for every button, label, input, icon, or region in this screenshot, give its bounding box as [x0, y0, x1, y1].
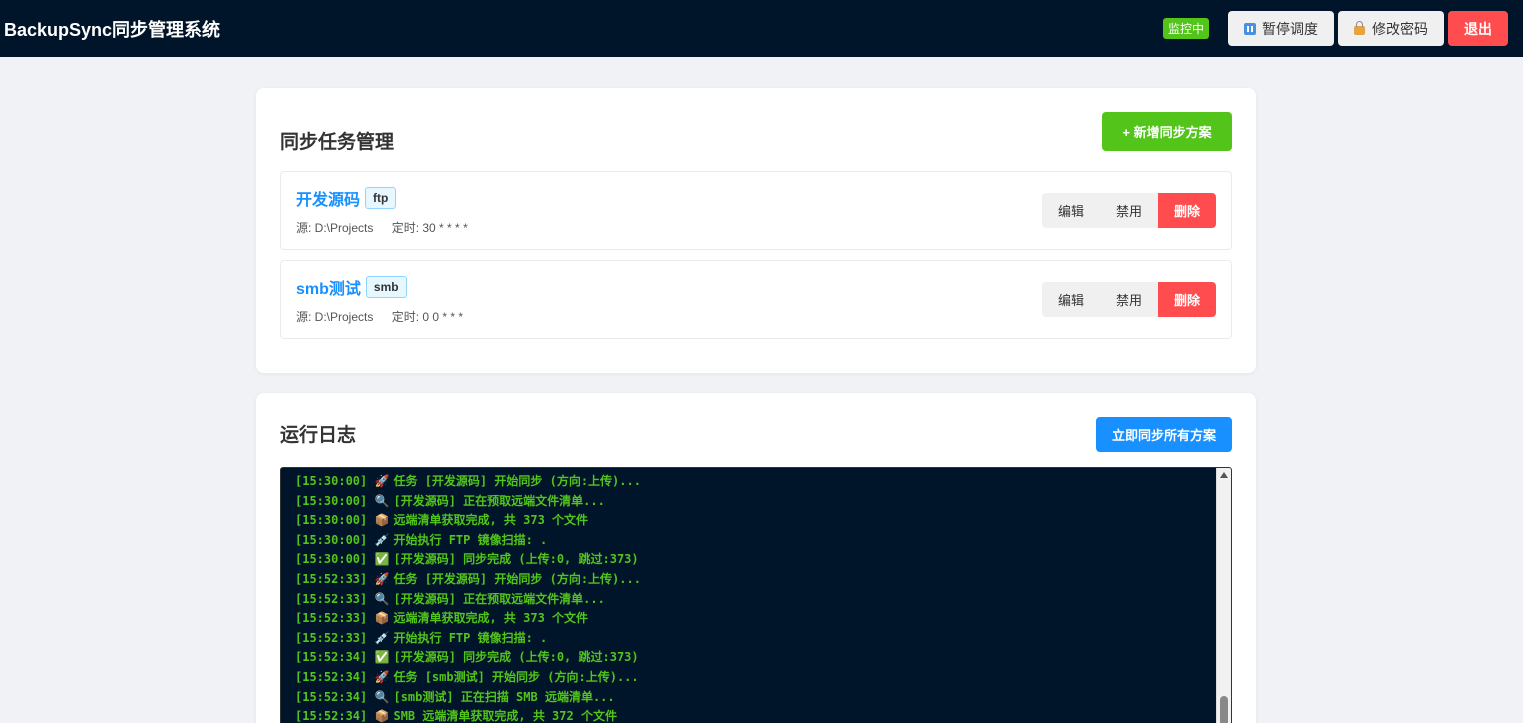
edit-button[interactable]: 编辑 [1042, 193, 1100, 228]
log-line: [15:52:34] ✅ [开发源码] 同步完成 (上传:0, 跳过:373) [295, 648, 641, 668]
log-time: [15:52:33] [295, 571, 368, 586]
package-icon: 📦 [374, 611, 390, 626]
log-time: [15:30:00] [295, 474, 368, 488]
scroll-thumb[interactable] [1220, 696, 1228, 723]
status-badge: 监控中 [1162, 18, 1209, 39]
task-meta: 源: D:\Projects 定时: 0 0 * * * [296, 308, 463, 325]
pause-schedule-button[interactable]: 暂停调度 [1228, 11, 1334, 46]
edit-button[interactable]: 编辑 [1042, 282, 1100, 317]
log-text: 远端清单获取完成, 共 373 个文件 [393, 611, 589, 626]
log-time: [15:30:00] [295, 493, 368, 508]
log-line: [15:52:33] 💉 开始执行 FTP 镜像扫描: . [295, 629, 641, 649]
log-lines: [15:30:00] 🚀 任务 [开发源码] 开始同步 (方向:上传)... [15… [295, 472, 641, 723]
task-meta: 源: D:\Projects 定时: 30 * * * * [296, 219, 468, 236]
pause-icon [1244, 22, 1256, 35]
task-schedule: 定时: 0 0 * * * [391, 309, 464, 324]
log-time: [15:52:33] [295, 591, 368, 606]
log-line: [15:52:34] 🚀 任务 [smb测试] 开始同步 (方向:上传)... [295, 668, 641, 688]
log-text: [smb测试] 正在扫描 SMB 远端清单... [393, 689, 615, 704]
log-line: [15:52:34] 📦 SMB 远端清单获取完成, 共 372 个文件 [295, 707, 641, 723]
change-password-button[interactable]: 修改密码 [1338, 11, 1444, 46]
log-text: [开发源码] 同步完成 (上传:0, 跳过:373) [393, 552, 639, 567]
log-line: [15:30:00] 💉 开始执行 FTP 镜像扫描: . [295, 531, 641, 551]
log-scrollbar[interactable] [1216, 468, 1231, 723]
delete-button[interactable]: 删除 [1158, 193, 1216, 228]
log-line: [15:52:33] 📦 远端清单获取完成, 共 373 个文件 [295, 609, 641, 629]
task-section-title: 同步任务管理 [280, 132, 395, 153]
logout-button[interactable]: 退出 [1448, 11, 1508, 46]
change-password-label: 修改密码 [1372, 20, 1428, 37]
task-name[interactable]: smb测试 [296, 275, 361, 299]
disable-button[interactable]: 禁用 [1100, 193, 1158, 228]
run-log-card: 运行日志 立即同步所有方案 [15:30:00] 🚀 任务 [开发源码] 开始同步… [256, 393, 1256, 723]
task-schedule: 定时: 30 * * * * [391, 220, 468, 235]
log-time: [15:52:34] [295, 709, 368, 723]
check-icon: ✅ [374, 552, 390, 567]
syringe-icon: 💉 [374, 532, 390, 547]
rocket-icon: 🚀 [374, 669, 390, 684]
magnifier-icon: 🔍 [374, 493, 390, 508]
log-line: [15:52:34] 🔍 [smb测试] 正在扫描 SMB 远端清单... [295, 688, 641, 708]
task-row: 开发源码 ftp 源: D:\Projects 定时: 30 * * * * 编… [280, 171, 1232, 250]
log-section-title: 运行日志 [280, 425, 357, 446]
protocol-tag: ftp [365, 186, 397, 209]
add-sync-plan-button[interactable]: + 新增同步方案 [1102, 112, 1232, 151]
task-name[interactable]: 开发源码 [296, 186, 360, 210]
log-time: [15:52:33] [295, 611, 368, 626]
log-line: [15:52:33] 🚀 任务 [开发源码] 开始同步 (方向:上传)... [295, 570, 641, 590]
sync-all-button[interactable]: 立即同步所有方案 [1096, 417, 1232, 452]
task-section-header: 同步任务管理 + 新增同步方案 [280, 112, 1232, 153]
disable-button[interactable]: 禁用 [1100, 282, 1158, 317]
task-source: 源: D:\Projects [296, 220, 374, 235]
task-actions: 编辑 禁用 删除 [1042, 282, 1216, 317]
scroll-up-icon[interactable] [1220, 472, 1228, 478]
log-text: 任务 [smb测试] 开始同步 (方向:上传)... [393, 669, 639, 684]
magnifier-icon: 🔍 [374, 689, 390, 704]
package-icon: 📦 [374, 513, 390, 528]
log-time: [15:30:00] [295, 552, 368, 567]
protocol-tag: smb [365, 275, 407, 298]
log-text: [开发源码] 同步完成 (上传:0, 跳过:373) [393, 650, 639, 665]
log-text: 开始执行 FTP 镜像扫描: . [393, 630, 548, 645]
log-text: 远端清单获取完成, 共 373 个文件 [393, 513, 589, 528]
top-bar: BackupSync同步管理系统 监控中 暂停调度 修改密码 退出 [0, 0, 1523, 57]
log-line: [15:30:00] ✅ [开发源码] 同步完成 (上传:0, 跳过:373) [295, 550, 641, 570]
log-time: [15:52:34] [295, 650, 368, 665]
log-line: [15:30:00] 🔍 [开发源码] 正在预取远端文件清单... [295, 492, 641, 512]
task-row: smb测试 smb 源: D:\Projects 定时: 0 0 * * * 编… [280, 260, 1232, 339]
log-console[interactable]: [15:30:00] 🚀 任务 [开发源码] 开始同步 (方向:上传)... [15… [280, 467, 1232, 723]
top-actions: 监控中 暂停调度 修改密码 退出 [1162, 11, 1508, 46]
task-management-card: 同步任务管理 + 新增同步方案 开发源码 ftp 源: D:\Projects … [256, 88, 1256, 373]
log-section-header: 运行日志 立即同步所有方案 [280, 417, 1232, 452]
log-time: [15:52:34] [295, 669, 368, 684]
task-info: 开发源码 ftp 源: D:\Projects 定时: 30 * * * * [296, 186, 468, 236]
log-text: [开发源码] 正在预取远端文件清单... [393, 591, 605, 606]
check-icon: ✅ [374, 650, 390, 665]
log-line: [15:30:00] 🚀 任务 [开发源码] 开始同步 (方向:上传)... [295, 472, 641, 492]
rocket-icon: 🚀 [374, 474, 390, 488]
magnifier-icon: 🔍 [374, 591, 390, 606]
task-source: 源: D:\Projects [296, 309, 374, 324]
log-time: [15:30:00] [295, 532, 368, 547]
rocket-icon: 🚀 [374, 571, 390, 586]
log-text: 开始执行 FTP 镜像扫描: . [393, 532, 548, 547]
lock-icon [1354, 21, 1365, 35]
log-time: [15:52:34] [295, 689, 368, 704]
delete-button[interactable]: 删除 [1158, 282, 1216, 317]
task-info: smb测试 smb 源: D:\Projects 定时: 0 0 * * * [296, 275, 463, 325]
task-actions: 编辑 禁用 删除 [1042, 193, 1216, 228]
log-text: 任务 [开发源码] 开始同步 (方向:上传)... [393, 571, 641, 586]
log-text: SMB 远端清单获取完成, 共 372 个文件 [393, 709, 617, 723]
pause-schedule-label: 暂停调度 [1262, 20, 1318, 37]
log-text: 任务 [开发源码] 开始同步 (方向:上传)... [393, 474, 641, 488]
log-time: [15:52:33] [295, 630, 368, 645]
log-line: [15:52:33] 🔍 [开发源码] 正在预取远端文件清单... [295, 590, 641, 610]
log-line: [15:30:00] 📦 远端清单获取完成, 共 373 个文件 [295, 511, 641, 531]
log-text: [开发源码] 正在预取远端文件清单... [393, 493, 605, 508]
syringe-icon: 💉 [374, 630, 390, 645]
package-icon: 📦 [374, 709, 390, 723]
log-time: [15:30:00] [295, 513, 368, 528]
app-title: BackupSync同步管理系统 [4, 19, 221, 40]
